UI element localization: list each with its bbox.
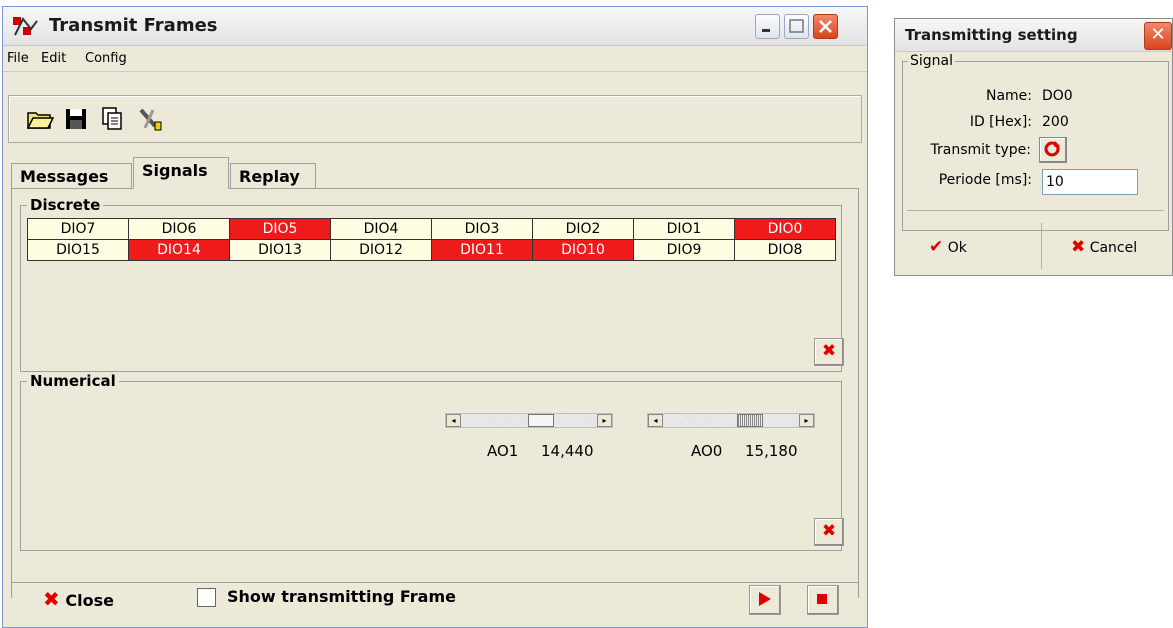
dio-cell[interactable]: DIO2 [533, 219, 634, 240]
copy-icon[interactable] [97, 104, 127, 134]
dio-cell[interactable]: DIO8 [735, 240, 836, 261]
transmitting-setting-dialog: Transmitting setting ✕ Signal Name: DO0 … [894, 18, 1173, 276]
stop-icon [817, 594, 827, 604]
ao0-slider[interactable]: ◂ ▸ [647, 413, 815, 428]
clear-numerical-button[interactable]: ✖ [814, 518, 844, 546]
title-bar[interactable]: Transmit Frames [3, 7, 867, 46]
scroll-left-icon[interactable]: ◂ [446, 414, 461, 427]
dialog-close-button[interactable]: ✕ [1144, 22, 1172, 50]
dialog-separator [907, 210, 1164, 211]
settings-tool-icon[interactable] [135, 104, 165, 134]
minimize-button[interactable] [755, 14, 780, 39]
cancel-label: Cancel [1089, 240, 1138, 256]
discrete-grid: DIO7 DIO6 DIO5 DIO4 DIO3 DIO2 DIO1 DIO0 DIO15 DIO… [27, 218, 836, 261]
close-icon [819, 20, 832, 33]
start-transmit-button[interactable] [749, 585, 781, 615]
clear-discrete-button[interactable]: ✖ [814, 338, 844, 366]
transmit-frames-window: Transmit Frames File Edit Config Message… [2, 6, 868, 628]
show-frame-checkbox[interactable] [197, 588, 216, 607]
window-title: Transmit Frames [49, 15, 218, 36]
scroll-right-icon[interactable]: ▸ [799, 414, 814, 427]
close-button-label: Close [65, 591, 114, 610]
toolbar [8, 95, 862, 143]
dio-cell[interactable]: DIO15 [28, 240, 129, 261]
id-value: 200 [1042, 114, 1069, 130]
id-label: ID [Hex]: [969, 114, 1032, 130]
x-icon: ✖ [821, 521, 837, 541]
period-input[interactable] [1042, 169, 1138, 195]
dio-cell[interactable]: DIO14 [129, 240, 230, 261]
ao0-slider-thumb[interactable] [737, 414, 763, 427]
menu-edit[interactable]: Edit [41, 51, 66, 66]
numerical-group: Numerical ◂ ▸ AO1 14,440 ◂ ▸ AO0 15,180 … [20, 372, 844, 551]
ao1-value: 14,440 [541, 442, 594, 460]
menu-config[interactable]: Config [85, 51, 127, 66]
scroll-right-icon[interactable]: ▸ [597, 414, 612, 427]
close-x-icon: ✖ [43, 587, 60, 611]
ao1-slider-thumb[interactable] [528, 414, 554, 427]
show-frame-label: Show transmitting Frame [227, 587, 456, 606]
x-icon: ✖ [821, 341, 837, 361]
signals-panel: Discrete DIO7 DIO6 DIO5 DIO4 DIO3 DIO2 DIO1 DIO… [11, 188, 859, 598]
dio-cell[interactable]: DIO11 [432, 240, 533, 261]
dio-cell[interactable]: DIO0 [735, 219, 836, 240]
transmit-type-label: Transmit type: [930, 142, 1031, 158]
dio-cell[interactable]: DIO4 [331, 219, 432, 240]
cyclic-refresh-icon [1044, 141, 1060, 157]
dio-cell[interactable]: DIO5 [230, 219, 331, 240]
signal-group-title: Signal [908, 53, 956, 69]
scroll-left-icon[interactable]: ◂ [648, 414, 663, 427]
ok-label: Ok [947, 240, 967, 256]
maximize-icon [789, 19, 804, 33]
dio-cell[interactable]: DIO3 [432, 219, 533, 240]
period-label: Periode [ms]: [938, 172, 1032, 188]
dio-cell[interactable]: DIO6 [129, 219, 230, 240]
open-folder-icon[interactable] [25, 104, 55, 134]
tab-signals[interactable]: Signals [133, 157, 229, 189]
dio-cell[interactable]: DIO10 [533, 240, 634, 261]
ao1-name: AO1 [487, 442, 519, 460]
dio-cell[interactable]: DIO9 [634, 240, 735, 261]
close-button[interactable]: ✖ Close [43, 587, 114, 611]
name-label: Name: [985, 88, 1032, 104]
minimize-icon [762, 29, 770, 32]
cancel-x-icon: ✖ [1071, 237, 1086, 257]
cancel-button[interactable]: ✖ Cancel [1071, 237, 1137, 257]
maximize-button[interactable] [784, 14, 809, 39]
name-value: DO0 [1042, 88, 1073, 104]
transmit-type-button[interactable] [1039, 137, 1067, 163]
dio-cell[interactable]: DIO7 [28, 219, 129, 240]
dio-cell[interactable]: DIO1 [634, 219, 735, 240]
tab-messages[interactable]: Messages [11, 163, 132, 189]
play-icon [759, 592, 771, 606]
discrete-group: Discrete DIO7 DIO6 DIO5 DIO4 DIO3 DIO2 DIO1 DIO… [20, 196, 844, 372]
discrete-title: Discrete [27, 196, 104, 214]
dio-cell[interactable]: DIO13 [230, 240, 331, 261]
ao0-name: AO0 [691, 442, 723, 460]
dialog-title: Transmitting setting [905, 26, 1078, 44]
stop-transmit-button[interactable] [807, 585, 839, 615]
button-divider [1041, 223, 1042, 269]
close-icon: ✕ [1150, 24, 1166, 45]
menu-bar: File Edit Config [3, 46, 867, 72]
numerical-title: Numerical [27, 372, 119, 390]
dio-cell[interactable]: DIO12 [331, 240, 432, 261]
signal-group: Signal Name: DO0 ID [Hex]: 200 Transmit … [902, 53, 1169, 231]
tab-replay[interactable]: Replay [230, 163, 316, 189]
close-window-button[interactable] [813, 14, 838, 39]
save-icon[interactable] [61, 104, 91, 134]
ok-button[interactable]: ✔ Ok [929, 237, 967, 257]
dialog-title-bar[interactable]: Transmitting setting ✕ [895, 19, 1172, 52]
menu-file[interactable]: File [7, 51, 29, 66]
app-icon [13, 17, 38, 36]
checkmark-icon: ✔ [929, 237, 944, 257]
ao0-value: 15,180 [745, 442, 798, 460]
ao1-slider[interactable]: ◂ ▸ [445, 413, 613, 428]
